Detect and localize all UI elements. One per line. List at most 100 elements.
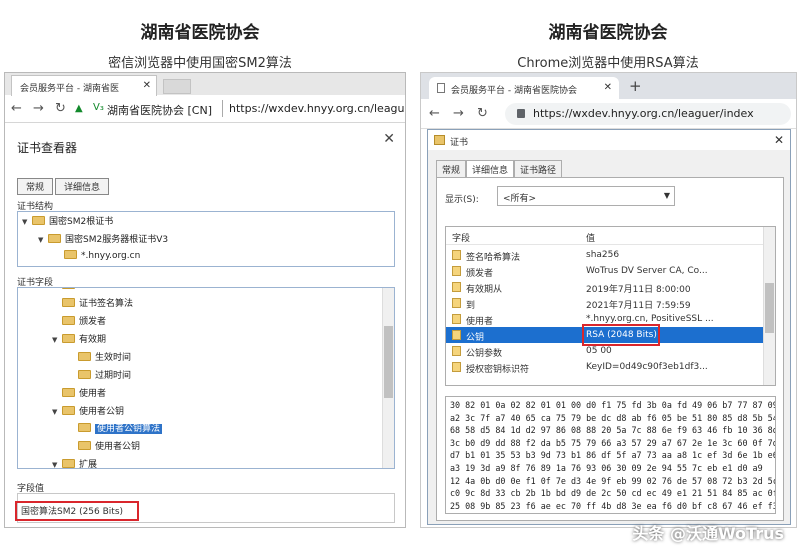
tree-item[interactable]: ▼ 扩展 bbox=[52, 457, 98, 469]
field-name: 到 bbox=[466, 301, 476, 311]
tab-details[interactable]: 详细信息 bbox=[466, 160, 515, 178]
tree-item-label: 生效时间 bbox=[95, 353, 132, 363]
hex-value-box[interactable]: 30 82 01 0a 02 82 01 01 00 d0 f1 75 fd 3… bbox=[445, 396, 776, 514]
folder-icon bbox=[62, 316, 75, 325]
tab-cert-path[interactable]: 证书路径 bbox=[514, 160, 563, 178]
close-tab-icon[interactable]: ✕ bbox=[604, 82, 612, 93]
cert-fields-tree: 证书签名算法 颁发者 ▼ 有效期 生效时间 过期时间 使用者 ▼ 使用者公钥 使用者… bbox=[17, 287, 395, 469]
left-heading: 湖南省医院协会 bbox=[140, 23, 260, 43]
forward-icon[interactable]: → bbox=[33, 101, 44, 116]
tree-item[interactable]: 生效时间 bbox=[78, 350, 131, 363]
folder-icon bbox=[62, 288, 75, 289]
browser-tab[interactable]: 会员服务平台 - 湖南省医院协会 ✕ bbox=[429, 77, 619, 99]
folder-icon bbox=[62, 459, 75, 468]
dialog-title: 证书 bbox=[450, 138, 469, 148]
field-value: *.hnyy.org.cn, PositiveSSL ... bbox=[586, 314, 714, 324]
tree-item[interactable]: 过期时间 bbox=[78, 368, 131, 381]
close-tab-icon[interactable]: ✕ bbox=[143, 80, 151, 91]
forward-icon[interactable]: → bbox=[453, 106, 464, 121]
tree-item-label: 证书签名算法 bbox=[79, 299, 134, 309]
hex-line: 25 08 9b 85 23 f6 ae ec 70 ff 4b d8 3e e… bbox=[450, 500, 776, 511]
expand-arrow-icon[interactable]: ▼ bbox=[52, 461, 62, 468]
hex-line: a2 3c 7f a7 40 65 ca 75 79 be dc d8 ab f… bbox=[450, 412, 776, 423]
expand-arrow-icon[interactable]: ▼ bbox=[52, 336, 62, 344]
tree-item-root[interactable]: ▼ 国密SM2根证书 bbox=[22, 214, 113, 227]
field-icon bbox=[452, 362, 461, 372]
tree-item-label: *.hnyy.org.cn bbox=[81, 251, 141, 261]
certificate-icon bbox=[434, 135, 445, 145]
tree-item[interactable]: 使用者公钥 bbox=[78, 439, 140, 452]
field-name: 颁发者 bbox=[466, 269, 494, 279]
close-icon[interactable]: ✕ bbox=[383, 131, 395, 147]
field-value: 05 00 bbox=[586, 346, 612, 356]
field-icon bbox=[452, 266, 461, 276]
lock-icon[interactable] bbox=[517, 109, 525, 118]
scrollbar-thumb[interactable] bbox=[384, 326, 393, 398]
hex-line: 3c b0 d9 dd 88 f2 da b5 75 79 66 a3 57 2… bbox=[450, 437, 776, 448]
back-icon[interactable]: ← bbox=[429, 106, 440, 121]
tree-item[interactable]: ▼ 有效期 bbox=[52, 332, 106, 345]
field-icon bbox=[452, 346, 461, 356]
tree-item[interactable]: 证书签名算法 bbox=[62, 296, 133, 309]
reload-icon[interactable]: ↻ bbox=[55, 101, 66, 116]
tree-item[interactable]: ▼ 使用者公钥 bbox=[52, 404, 124, 417]
new-tab-button[interactable] bbox=[163, 79, 191, 94]
tree-item[interactable]: 使用者 bbox=[62, 386, 106, 399]
tree-item[interactable] bbox=[62, 288, 79, 291]
scrollbar-thumb[interactable] bbox=[765, 283, 774, 333]
tab-strip: 会员服务平台 - 湖南省医院协会 ✕ + bbox=[421, 73, 796, 99]
folder-icon bbox=[78, 441, 91, 450]
new-tab-icon[interactable]: + bbox=[629, 77, 642, 95]
tree-item-leaf[interactable]: *.hnyy.org.cn bbox=[64, 250, 140, 261]
tree-item-label: 使用者 bbox=[79, 389, 107, 399]
tab-general[interactable]: 常规 bbox=[436, 160, 467, 178]
field-value: WoTrus DV Server CA, Co... bbox=[586, 266, 708, 276]
list-item[interactable]: 签名哈希算法 sha256 bbox=[446, 247, 764, 263]
field-name: 授权密钥标识符 bbox=[466, 365, 530, 375]
list-item[interactable]: 有效期从 2019年7月11日 8:00:00 bbox=[446, 279, 764, 295]
tree-item-label: 扩展 bbox=[79, 460, 98, 469]
show-select[interactable]: <所有> ▼ bbox=[497, 186, 675, 206]
expand-arrow-icon[interactable]: ▼ bbox=[38, 236, 48, 244]
column-header-field[interactable]: 字段 bbox=[452, 231, 470, 244]
back-icon[interactable]: ← bbox=[11, 101, 22, 116]
list-header: 字段 值 bbox=[446, 227, 775, 245]
folder-icon bbox=[48, 234, 61, 243]
expand-arrow-icon[interactable]: ▼ bbox=[52, 408, 62, 416]
url-field[interactable]: https://wxdev.hnyy.org.cn/leaguer bbox=[229, 102, 405, 115]
tab-details[interactable]: 详细信息 bbox=[55, 178, 110, 195]
scrollbar[interactable] bbox=[763, 227, 775, 385]
hex-line: d7 b1 01 35 53 b3 9d 73 b1 86 df 5f a7 7… bbox=[450, 450, 776, 461]
list-item[interactable]: 到 2021年7月11日 7:59:59 bbox=[446, 295, 764, 311]
dialog-tabs: 常规 详细信息 证书路径 bbox=[436, 160, 563, 178]
right-heading-block: 湖南省医院协会 Chrome浏览器中使用RSA算法 bbox=[408, 18, 800, 71]
cert-hierarchy-tree: ▼ 国密SM2根证书 ▼ 国密SM2服务器根证书V3 *.hnyy.org.cn bbox=[17, 211, 395, 267]
reload-icon[interactable]: ↻ bbox=[477, 106, 488, 121]
tree-item-intermediate[interactable]: ▼ 国密SM2服务器根证书V3 bbox=[38, 232, 168, 245]
column-header-value[interactable]: 值 bbox=[586, 231, 595, 244]
tree-item-selected[interactable]: 使用者公钥算法 bbox=[78, 421, 163, 434]
folder-icon bbox=[78, 423, 91, 432]
site-identity[interactable]: 湖南省医院协会 [CN] bbox=[107, 102, 212, 118]
field-name: 使用者 bbox=[466, 317, 494, 327]
field-icon bbox=[452, 330, 461, 340]
url-field[interactable]: https://wxdev.hnyy.org.cn/leaguer/index bbox=[505, 103, 791, 125]
hex-line: a3 19 3d a9 8f 76 89 1a 76 93 06 30 09 2… bbox=[450, 462, 763, 473]
browser-tab[interactable]: 会员服务平台 - 湖南省医 ✕ bbox=[11, 75, 157, 96]
tab-general[interactable]: 常规 bbox=[17, 178, 54, 195]
tree-item[interactable]: 颁发者 bbox=[62, 314, 106, 327]
close-icon[interactable]: ✕ bbox=[774, 133, 784, 147]
list-item[interactable]: 授权密钥标识符 KeyID=0d49c90f3eb1df3... bbox=[446, 359, 764, 375]
field-icon bbox=[452, 314, 461, 324]
address-bar: ← → ↻ ▲ V₃ 湖南省医院协会 [CN] https://wxdev.hn… bbox=[5, 95, 405, 123]
chevron-down-icon: ▼ bbox=[663, 191, 670, 200]
show-label: 显示(S): bbox=[445, 195, 479, 205]
tab-strip: 会员服务平台 - 湖南省医 ✕ bbox=[5, 73, 405, 96]
list-item[interactable]: 颁发者 WoTrus DV Server CA, Co... bbox=[446, 263, 764, 279]
divider bbox=[222, 100, 223, 117]
expand-arrow-icon[interactable]: ▼ bbox=[22, 218, 32, 226]
tab-title: 会员服务平台 - 湖南省医院协会 bbox=[451, 86, 577, 96]
hex-line: 12 4a 0b d0 0e f1 0f 7e d3 4e 9f eb 99 0… bbox=[450, 475, 776, 486]
fields-list: 字段 值 签名哈希算法 sha256 颁发者 WoTrus DV Server CA… bbox=[445, 226, 776, 386]
scrollbar[interactable] bbox=[382, 288, 394, 468]
